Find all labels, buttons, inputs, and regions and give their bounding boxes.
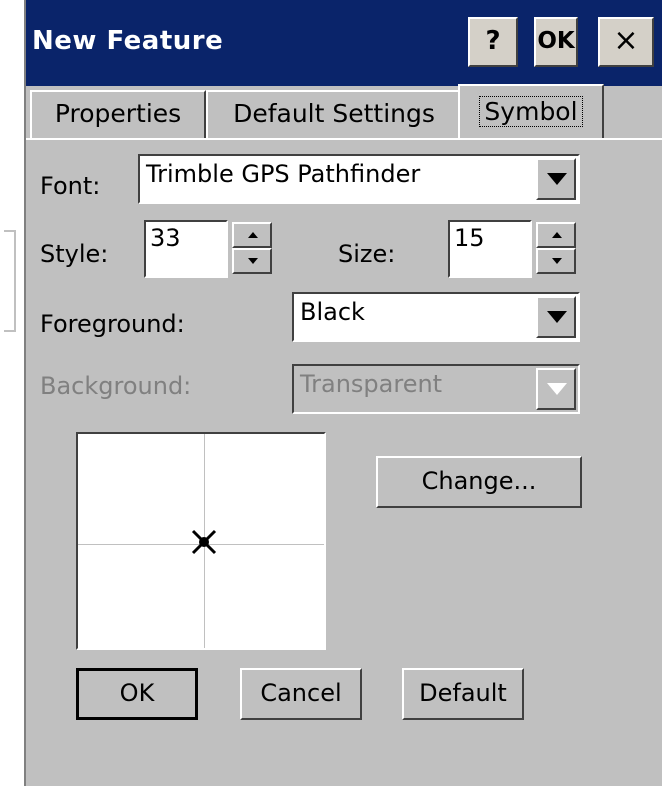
close-button[interactable]: ×: [598, 17, 654, 67]
window-title: New Feature: [32, 26, 224, 56]
background-window-edge: [4, 230, 16, 332]
size-increment-button[interactable]: [536, 222, 576, 248]
style-label: Style:: [40, 240, 109, 268]
chevron-down-icon: [547, 173, 567, 185]
size-decrement-button[interactable]: [536, 248, 576, 274]
background-dropdown: Transparent: [292, 364, 580, 414]
default-button[interactable]: Default: [402, 668, 524, 720]
size-value: 15: [454, 224, 485, 252]
help-button[interactable]: ?: [468, 17, 518, 67]
title-bar: New Feature ? OK ×: [26, 0, 662, 86]
style-input[interactable]: 33: [144, 220, 228, 278]
arrow-up-icon: [552, 232, 562, 238]
font-dropdown-button[interactable]: [536, 158, 576, 200]
foreground-dropdown-value: Black: [300, 298, 365, 326]
arrow-down-icon: [248, 258, 258, 264]
cancel-button[interactable]: Cancel: [240, 668, 362, 720]
change-symbol-button[interactable]: Change...: [376, 456, 582, 508]
font-label: Font:: [40, 172, 101, 200]
style-stepper[interactable]: [232, 222, 272, 274]
ok-button[interactable]: OK: [76, 668, 198, 720]
foreground-label: Foreground:: [40, 310, 185, 338]
background-dropdown-value: Transparent: [300, 370, 443, 398]
font-dropdown[interactable]: Trimble GPS Pathfinder: [138, 154, 580, 204]
tab-default-settings[interactable]: Default Settings: [206, 90, 462, 138]
background-dropdown-button: [536, 368, 576, 410]
background-label: Background:: [40, 372, 192, 400]
style-value: 33: [150, 224, 181, 252]
chevron-down-icon: [547, 311, 567, 323]
gps-point-symbol-icon: [191, 529, 217, 555]
arrow-up-icon: [248, 232, 258, 238]
tab-strip-divider: [26, 138, 662, 140]
size-input[interactable]: 15: [448, 220, 532, 278]
desktop-strip: [0, 0, 24, 786]
symbol-preview: [76, 432, 326, 650]
style-increment-button[interactable]: [232, 222, 272, 248]
tab-symbol[interactable]: Symbol: [458, 84, 604, 138]
titlebar-ok-button[interactable]: OK: [534, 17, 578, 67]
foreground-dropdown-button[interactable]: [536, 296, 576, 338]
foreground-dropdown[interactable]: Black: [292, 292, 580, 342]
new-feature-dialog: New Feature ? OK × Properties Default Se…: [24, 0, 662, 786]
size-stepper[interactable]: [536, 222, 576, 274]
tab-properties[interactable]: Properties: [30, 90, 206, 138]
style-decrement-button[interactable]: [232, 248, 272, 274]
size-label: Size:: [338, 240, 396, 268]
arrow-down-icon: [552, 258, 562, 264]
font-dropdown-value: Trimble GPS Pathfinder: [146, 160, 421, 188]
chevron-down-icon: [547, 383, 567, 395]
tab-symbol-label: Symbol: [479, 96, 583, 127]
